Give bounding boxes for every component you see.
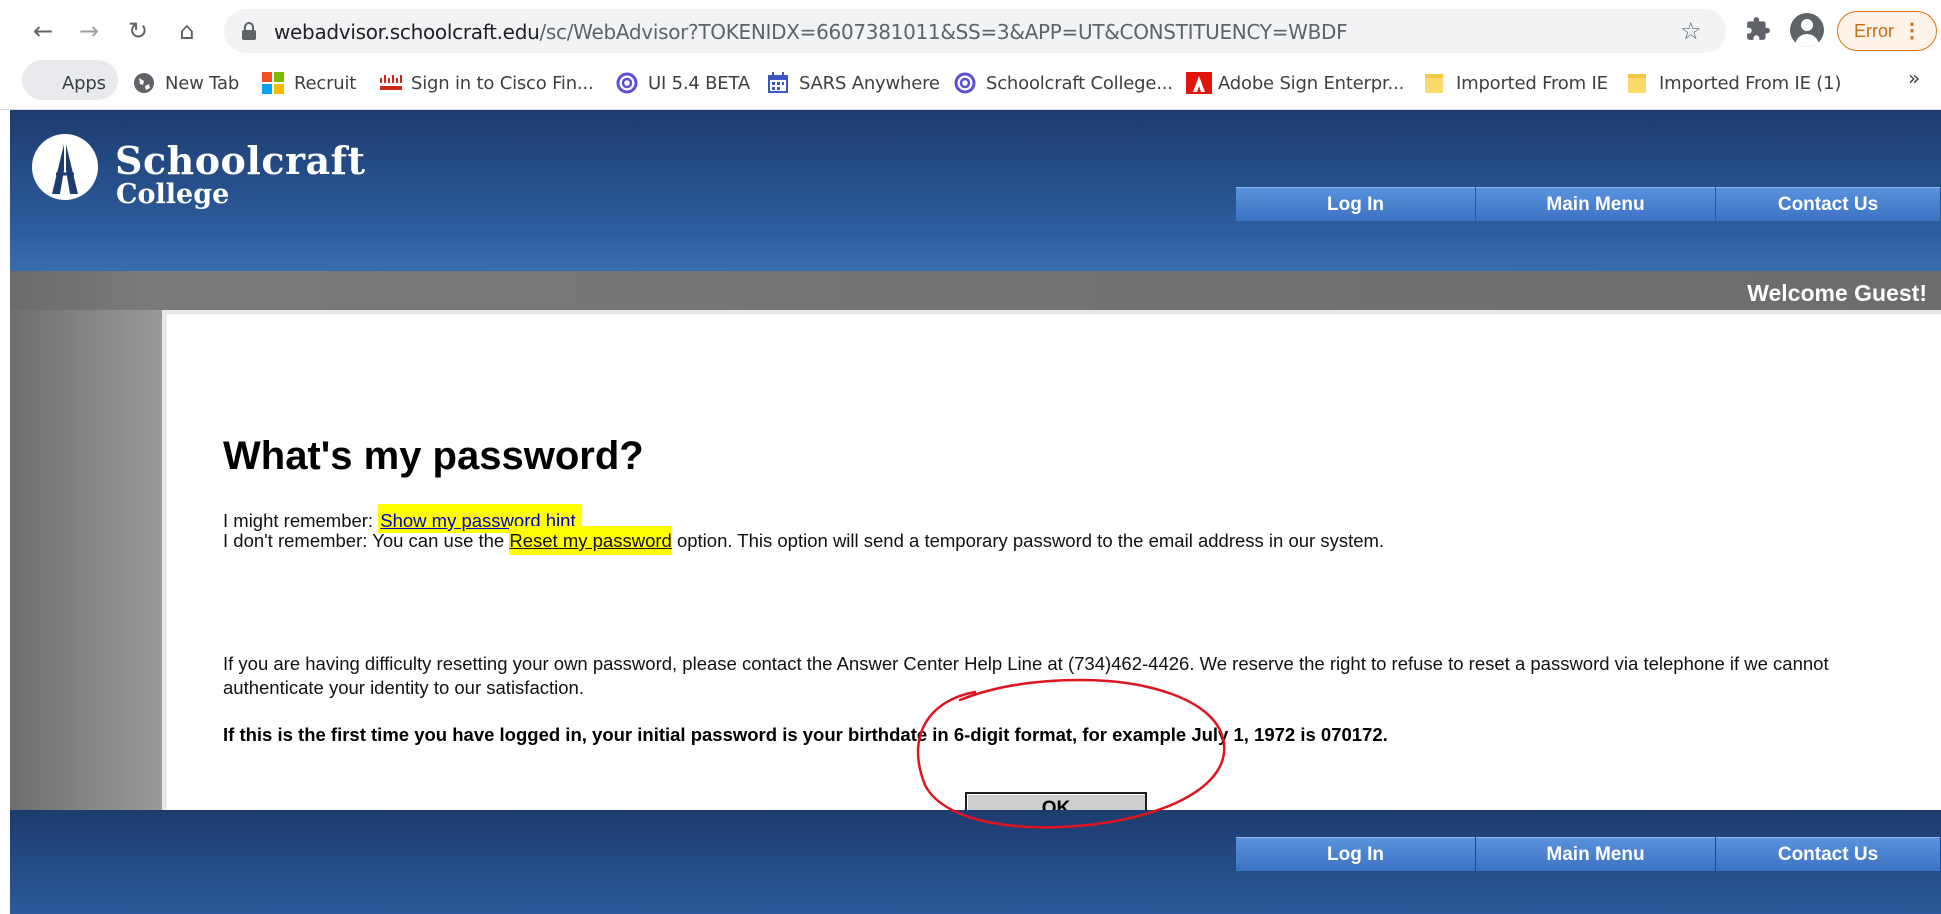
bookmark-sars[interactable]: SARS Anywhere bbox=[767, 68, 940, 98]
bookmark-label: Imported From IE (1) bbox=[1659, 72, 1842, 94]
main-content: What's my password? I might remember: Sh… bbox=[162, 310, 1941, 826]
bookmark-schoolcraft[interactable]: Schoolcraft College... bbox=[954, 68, 1173, 98]
bookmark-label: Recruit bbox=[294, 72, 357, 94]
page-title: What's my password? bbox=[223, 434, 644, 478]
bookmark-label: Schoolcraft College... bbox=[986, 72, 1173, 94]
top-nav: Log In Main Menu Contact Us bbox=[1236, 187, 1941, 221]
left-sidebar-strip bbox=[10, 310, 162, 810]
bookmark-star-icon[interactable]: ☆ bbox=[1680, 17, 1702, 45]
webadvisor-page: Schoolcraft College Log In Main Menu Con… bbox=[10, 110, 1941, 914]
bookmark-imported-ie[interactable]: Imported From IE bbox=[1424, 68, 1608, 98]
reset-password-link[interactable]: Reset my password bbox=[509, 530, 671, 551]
profile-error-button[interactable]: Error ⋮ bbox=[1837, 11, 1937, 51]
welcome-message: Welcome Guest! bbox=[1747, 280, 1927, 306]
error-label: Error bbox=[1854, 20, 1894, 41]
bookmark-label: SARS Anywhere bbox=[799, 72, 940, 94]
calendar-icon bbox=[767, 72, 789, 94]
help-paragraph: If you are having difficulty resetting y… bbox=[223, 653, 1829, 698]
bookmark-recruit[interactable]: Recruit bbox=[262, 68, 356, 98]
back-arrow-icon[interactable]: ← bbox=[26, 14, 60, 48]
logo-emblem-icon bbox=[32, 134, 98, 200]
reload-icon[interactable]: ↻ bbox=[121, 14, 155, 48]
folder-icon bbox=[1424, 72, 1446, 94]
url-text: webadvisor.schoolcraft.edu/sc/WebAdvisor… bbox=[274, 20, 1348, 44]
bookmark-label: Imported From IE bbox=[1456, 72, 1608, 94]
url-host: webadvisor.schoolcraft.edu bbox=[274, 20, 540, 44]
bookmark-label: Adobe Sign Enterpr... bbox=[1218, 72, 1405, 94]
nav-contact-us[interactable]: Contact Us bbox=[1716, 187, 1940, 221]
bookmark-label: UI 5.4 BETA bbox=[648, 72, 750, 94]
browser-toolbar: ← → ↻ ⌂ webadvisor.schoolcraft.edu/sc/We… bbox=[0, 0, 1941, 62]
bookmark-label: Apps bbox=[62, 72, 106, 94]
logo-wordmark-line1: Schoolcraft bbox=[115, 138, 366, 183]
globe-icon bbox=[133, 72, 155, 94]
bottom-nav: Log In Main Menu Contact Us bbox=[1236, 837, 1941, 871]
bookmark-imported-ie-1[interactable]: Imported From IE (1) bbox=[1627, 68, 1841, 98]
extensions-puzzle-icon[interactable] bbox=[1745, 16, 1773, 44]
remember-prefix: I might remember: bbox=[223, 510, 379, 531]
apps-grid-icon bbox=[30, 72, 52, 94]
url-path: /sc/WebAdvisor?TOKENIDX=6607381011&SS=3&… bbox=[539, 20, 1348, 44]
nav-main-menu[interactable]: Main Menu bbox=[1476, 187, 1715, 221]
bookmark-label: New Tab bbox=[165, 72, 240, 94]
more-bookmarks-chevron-icon[interactable]: » bbox=[1908, 66, 1920, 90]
forgot-line: I don't remember: You can use the Reset … bbox=[223, 526, 1385, 555]
bookmark-label: Sign in to Cisco Fin... bbox=[411, 72, 594, 94]
nav-log-in[interactable]: Log In bbox=[1236, 187, 1475, 221]
forgot-suffix: option. This option will send a temporar… bbox=[671, 530, 1385, 551]
bookmark-ui-beta[interactable]: UI 5.4 BETA bbox=[616, 68, 750, 98]
lock-icon[interactable] bbox=[242, 22, 256, 40]
nav-log-in[interactable]: Log In bbox=[1236, 837, 1475, 871]
bookmark-adobe-sign[interactable]: Adobe Sign Enterpr... bbox=[1186, 68, 1404, 98]
first-time-notice: If this is the first time you have logge… bbox=[223, 724, 1388, 745]
home-icon[interactable]: ⌂ bbox=[170, 14, 204, 48]
adobe-logo-icon bbox=[1186, 72, 1212, 94]
profile-avatar-icon[interactable] bbox=[1790, 13, 1824, 47]
nav-contact-us[interactable]: Contact Us bbox=[1716, 837, 1940, 871]
schoolcraft-logo[interactable]: Schoolcraft College bbox=[32, 134, 365, 214]
bookmark-cisco[interactable]: Sign in to Cisco Fin... bbox=[379, 68, 594, 98]
folder-icon bbox=[1627, 72, 1649, 94]
bookmark-new-tab[interactable]: New Tab bbox=[133, 68, 239, 98]
menu-dots-icon[interactable]: ⋮ bbox=[1902, 18, 1922, 43]
browser-chrome: ← → ↻ ⌂ webadvisor.schoolcraft.edu/sc/We… bbox=[0, 0, 1941, 110]
highlight-marker: Reset my password bbox=[509, 526, 672, 555]
bookmarks-bar: Apps New Tab Recruit Sign in to Cisco Fi… bbox=[0, 62, 1941, 102]
forgot-prefix: I don't remember: You can use the bbox=[223, 530, 510, 551]
microsoft-logo-icon bbox=[262, 72, 284, 94]
address-bar[interactable]: webadvisor.schoolcraft.edu/sc/WebAdvisor… bbox=[224, 9, 1726, 53]
site-header: Schoolcraft College Log In Main Menu Con… bbox=[10, 110, 1941, 271]
forward-arrow-icon[interactable]: → bbox=[72, 14, 106, 48]
circle-c-icon bbox=[954, 72, 976, 94]
bookmark-apps[interactable]: Apps bbox=[30, 68, 106, 98]
cisco-logo-icon bbox=[379, 72, 402, 94]
logo-wordmark-line2: College bbox=[116, 179, 230, 210]
nav-main-menu[interactable]: Main Menu bbox=[1476, 837, 1715, 871]
circle-c-icon bbox=[616, 72, 638, 94]
